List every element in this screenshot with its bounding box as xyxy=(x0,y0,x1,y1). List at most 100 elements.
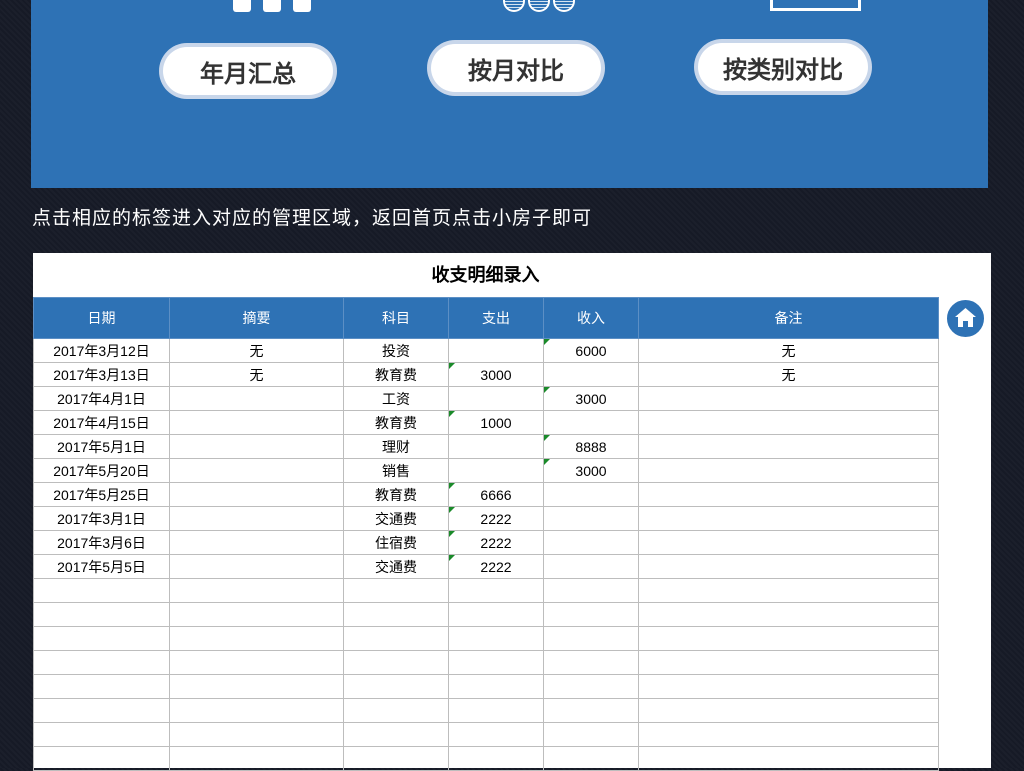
table-cell[interactable] xyxy=(169,458,344,483)
table-cell[interactable] xyxy=(638,650,939,675)
table-cell[interactable]: 2017年4月1日 xyxy=(33,386,170,411)
table-cell[interactable] xyxy=(448,698,544,723)
table-cell[interactable]: 2017年5月1日 xyxy=(33,434,170,459)
table-cell[interactable] xyxy=(448,458,544,483)
table-cell[interactable]: 2017年3月13日 xyxy=(33,362,170,387)
table-cell[interactable] xyxy=(638,410,939,435)
table-cell[interactable] xyxy=(169,722,344,747)
table-cell[interactable]: 理财 xyxy=(343,434,449,459)
table-cell[interactable] xyxy=(33,674,170,699)
table-cell[interactable] xyxy=(169,626,344,651)
table-cell[interactable]: 无 xyxy=(169,338,344,363)
table-cell[interactable] xyxy=(543,602,639,627)
table-cell[interactable] xyxy=(543,746,639,771)
table-cell[interactable]: 2017年5月25日 xyxy=(33,482,170,507)
table-cell[interactable] xyxy=(169,386,344,411)
table-cell[interactable]: 2222 xyxy=(448,530,544,555)
table-cell[interactable] xyxy=(638,530,939,555)
column-header[interactable]: 摘要 xyxy=(169,297,344,339)
table-cell[interactable]: 2017年3月1日 xyxy=(33,506,170,531)
table-cell[interactable] xyxy=(33,722,170,747)
table-cell[interactable] xyxy=(448,386,544,411)
table-cell[interactable] xyxy=(543,410,639,435)
table-cell[interactable] xyxy=(33,698,170,723)
table-cell[interactable] xyxy=(169,506,344,531)
table-cell[interactable] xyxy=(448,722,544,747)
table-cell[interactable] xyxy=(543,698,639,723)
table-cell[interactable]: 3000 xyxy=(543,458,639,483)
table-cell[interactable]: 工资 xyxy=(343,386,449,411)
table-cell[interactable] xyxy=(638,602,939,627)
year-month-summary-button[interactable]: 年月汇总 xyxy=(163,47,333,95)
table-cell[interactable] xyxy=(638,578,939,603)
table-cell[interactable] xyxy=(33,650,170,675)
table-cell[interactable]: 教育费 xyxy=(343,410,449,435)
home-button[interactable] xyxy=(945,298,986,339)
category-comparison-button[interactable]: 按类别对比 xyxy=(698,43,868,91)
table-cell[interactable] xyxy=(169,602,344,627)
table-cell[interactable] xyxy=(169,578,344,603)
column-header[interactable]: 备注 xyxy=(638,297,939,339)
table-cell[interactable]: 教育费 xyxy=(343,482,449,507)
table-cell[interactable] xyxy=(638,482,939,507)
table-cell[interactable] xyxy=(638,458,939,483)
table-cell[interactable]: 2222 xyxy=(448,554,544,579)
column-header[interactable]: 日期 xyxy=(33,297,170,339)
table-cell[interactable] xyxy=(448,626,544,651)
table-cell[interactable]: 交通费 xyxy=(343,506,449,531)
table-cell[interactable] xyxy=(343,722,449,747)
table-cell[interactable] xyxy=(543,650,639,675)
table-cell[interactable] xyxy=(169,698,344,723)
column-header[interactable]: 支出 xyxy=(448,297,544,339)
table-cell[interactable] xyxy=(638,506,939,531)
table-cell[interactable] xyxy=(169,434,344,459)
table-cell[interactable]: 6000 xyxy=(543,338,639,363)
table-cell[interactable] xyxy=(638,698,939,723)
table-cell[interactable] xyxy=(169,650,344,675)
table-cell[interactable] xyxy=(448,674,544,699)
table-cell[interactable] xyxy=(638,746,939,771)
table-cell[interactable] xyxy=(343,626,449,651)
monthly-comparison-button[interactable]: 按月对比 xyxy=(431,44,601,92)
table-cell[interactable]: 6666 xyxy=(448,482,544,507)
table-cell[interactable]: 2017年3月12日 xyxy=(33,338,170,363)
table-cell[interactable] xyxy=(638,554,939,579)
table-cell[interactable] xyxy=(448,650,544,675)
table-cell[interactable]: 2017年5月20日 xyxy=(33,458,170,483)
table-cell[interactable]: 8888 xyxy=(543,434,639,459)
table-cell[interactable] xyxy=(543,362,639,387)
table-cell[interactable] xyxy=(343,746,449,771)
table-cell[interactable] xyxy=(33,746,170,771)
table-cell[interactable] xyxy=(448,746,544,771)
table-cell[interactable] xyxy=(343,650,449,675)
table-cell[interactable] xyxy=(448,578,544,603)
table-cell[interactable]: 2017年3月6日 xyxy=(33,530,170,555)
table-cell[interactable]: 交通费 xyxy=(343,554,449,579)
table-cell[interactable] xyxy=(169,746,344,771)
table-cell[interactable] xyxy=(543,554,639,579)
table-cell[interactable] xyxy=(638,386,939,411)
table-cell[interactable] xyxy=(638,674,939,699)
table-cell[interactable] xyxy=(33,626,170,651)
table-cell[interactable] xyxy=(638,626,939,651)
table-cell[interactable]: 无 xyxy=(638,362,939,387)
table-cell[interactable]: 教育费 xyxy=(343,362,449,387)
table-cell[interactable] xyxy=(343,602,449,627)
column-header[interactable]: 收入 xyxy=(543,297,639,339)
table-cell[interactable]: 销售 xyxy=(343,458,449,483)
table-cell[interactable] xyxy=(343,698,449,723)
table-cell[interactable] xyxy=(543,506,639,531)
table-cell[interactable] xyxy=(169,674,344,699)
table-cell[interactable]: 无 xyxy=(638,338,939,363)
column-header[interactable]: 科目 xyxy=(343,297,449,339)
table-cell[interactable]: 1000 xyxy=(448,410,544,435)
table-cell[interactable] xyxy=(169,530,344,555)
table-cell[interactable] xyxy=(169,482,344,507)
table-cell[interactable]: 2017年4月15日 xyxy=(33,410,170,435)
table-cell[interactable]: 投资 xyxy=(343,338,449,363)
table-cell[interactable] xyxy=(638,722,939,747)
table-cell[interactable]: 3000 xyxy=(543,386,639,411)
table-cell[interactable] xyxy=(543,674,639,699)
table-cell[interactable] xyxy=(543,578,639,603)
table-cell[interactable] xyxy=(638,434,939,459)
